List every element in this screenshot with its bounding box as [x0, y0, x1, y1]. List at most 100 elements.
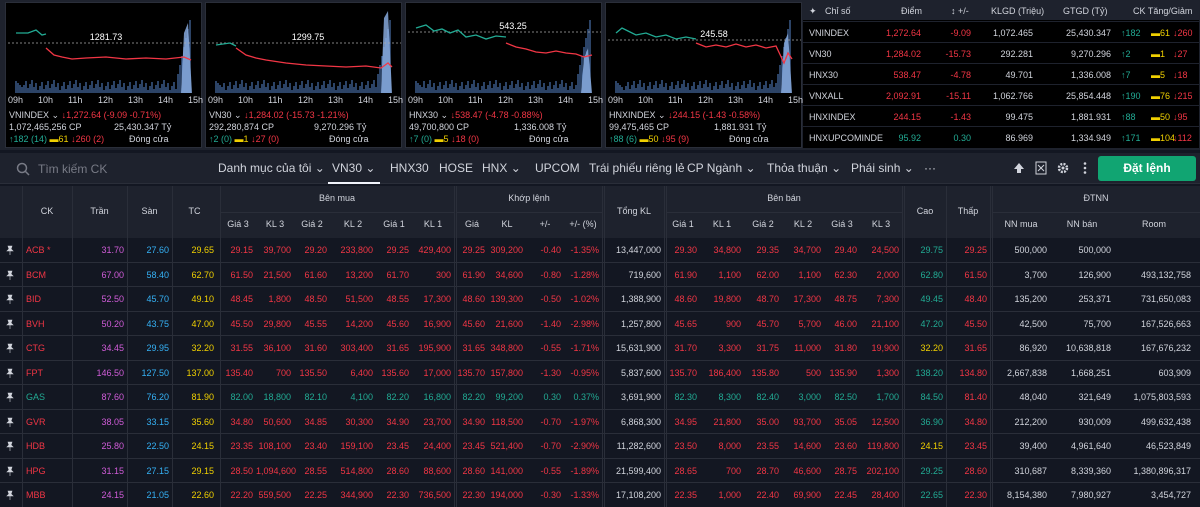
table-row[interactable]: BID 52.50 45.70 49.10 48.45 1,800 48.50 51,500 4…	[0, 287, 1200, 312]
cell-tran: 87.60	[101, 392, 124, 402]
table-row[interactable]: ACB * 31.70 27.60 29.65 29.15 39,700 29.20 233,…	[0, 238, 1200, 263]
table-row[interactable]: FPT 146.50 127.50 137.00 135.40 700 135.50 6,40…	[0, 361, 1200, 385]
tab-9[interactable]: Phái sinh ⌄	[851, 161, 914, 175]
table-row[interactable]: HPG 31.15 27.15 29.15 28.50 1,094,600 28.55 514…	[0, 459, 1200, 483]
cell-gia3: 82.00	[230, 392, 253, 402]
pin-icon[interactable]	[6, 490, 14, 500]
cell-gia: 48.60	[462, 294, 485, 304]
chevron-down-icon: ⌄	[234, 110, 242, 120]
pin-icon[interactable]	[6, 417, 14, 427]
index-info-row-1: HNX30 ⌄ ↓538.47 (-4.78 -0.88%)	[409, 110, 543, 121]
index-row[interactable]: VNXALL 2,092.91 -15.11 1,062.766 25,854.…	[803, 84, 1199, 105]
grid-line	[602, 186, 603, 507]
cell-gia2: 82.40	[756, 392, 779, 402]
time-label: 12h	[698, 95, 714, 105]
cell-nn_ban: 10,638,818	[1065, 343, 1111, 353]
cell-gia2: 34.85	[304, 416, 327, 427]
table-row[interactable]: HDB 25.80 22.50 24.15 23.35 108,100 23.40 159,1…	[0, 434, 1200, 459]
subheader-kl: KL	[501, 219, 513, 229]
tab-0[interactable]: Danh mục của tôi ⌄	[218, 161, 325, 175]
cell-gia3: 29.15	[230, 245, 253, 255]
time-label: 11h	[268, 95, 283, 105]
index-row[interactable]: HNX30 538.47 -4.78 49.701 1,336.008 ↑7 ▬…	[803, 63, 1199, 84]
pin-icon[interactable]	[6, 368, 14, 378]
cell-kl1: 24,400	[423, 441, 451, 451]
index-row[interactable]: HNXUPCOMINDE 95.92 0.30 86.969 1,334.949…	[803, 126, 1199, 147]
header-value: GTGD (Tỷ)	[1063, 6, 1108, 16]
index-row[interactable]: HNXINDEX 244.15 -1.43 99.475 1,881.931 ↑…	[803, 105, 1199, 126]
declines-count: ↓260 (2)	[71, 134, 105, 144]
table-row[interactable]: GVR 38.05 33.15 35.60 34.80 50,600 34.85 30,300…	[0, 410, 1200, 434]
table-row[interactable]: BVH 50.20 43.75 47.00 45.50 29,800 45.55 14,200…	[0, 312, 1200, 336]
cell-kl2: 303,400	[340, 343, 373, 353]
index-change: ↓244.15 (-1.43 -0.58%)	[668, 110, 761, 120]
cell-gia2: 31.60	[304, 343, 327, 353]
index-chart-hnx30[interactable]: 543.25 09h 10h 11h 12h 13h 14h 15h HNX30 ⌄ ↓53…	[405, 2, 603, 148]
pin-icon[interactable]	[6, 270, 14, 280]
tab-7[interactable]: CP Ngành ⌄	[687, 161, 756, 175]
index-row[interactable]: VN30 1,284.02 -15.73 292.281 9,270.296 ↑…	[803, 42, 1199, 63]
tab-3[interactable]: HOSE	[439, 161, 473, 175]
pin-icon[interactable]	[6, 392, 14, 402]
cell-nn_ban: 253,371	[1078, 294, 1111, 304]
table-row[interactable]: GAS 87.60 76.20 81.90 82.00 18,800 82.10 4,100 8…	[0, 385, 1200, 410]
grid-line	[992, 212, 1200, 213]
search-input[interactable]	[38, 161, 198, 177]
pin-icon[interactable]	[6, 441, 14, 451]
pin-icon[interactable]	[6, 245, 14, 255]
cell-kl3: 119,800	[867, 441, 899, 451]
time-label: 14h	[558, 95, 574, 105]
pin-icon[interactable]	[6, 466, 14, 476]
index-chart-vnindex[interactable]: 1281.73 09h 10h 11h 12h 13h 14h 15h VNINDEX ⌄ …	[5, 2, 203, 148]
table-row[interactable]: MBB 24.15 21.05 22.60 22.20 559,500 22.25 344,9…	[0, 483, 1200, 507]
index-volume: 1,072,465,256 CP	[9, 122, 82, 132]
tab-5[interactable]: UPCOM	[535, 161, 580, 175]
pin-icon[interactable]	[6, 343, 14, 353]
cell-gia: 28.60	[462, 465, 485, 476]
excel-export-icon[interactable]	[1034, 161, 1048, 175]
search-box[interactable]	[10, 159, 205, 179]
cell-gia1: 29.25	[386, 245, 409, 255]
subheader-gia2: Giá 2	[752, 219, 774, 229]
pin-icon[interactable]	[6, 294, 14, 304]
cell-nn_mua: 8,154,380	[1006, 490, 1047, 500]
sort-arrow-icon[interactable]	[1012, 161, 1026, 175]
cell-room: 1,380,896,317	[1133, 465, 1191, 476]
cell-gia3: 22.45	[834, 490, 857, 500]
cell-kl3: 2,000	[876, 269, 899, 280]
tab-1[interactable]: VN30 ⌄	[332, 161, 375, 175]
cell-nn_mua: 48,040	[1019, 392, 1047, 402]
table-row[interactable]: BCM 67.00 58.40 62.70 61.50 21,500 61.60 13,200…	[0, 263, 1200, 287]
header-reference: TC	[188, 206, 201, 216]
cell-tong_kl: 1,257,800	[620, 318, 661, 329]
pin-icon[interactable]	[6, 319, 14, 329]
cell-pm: -0.70	[540, 416, 561, 427]
cell-gia1: 23.45	[386, 441, 409, 451]
cell-nn_ban: 126,900	[1078, 269, 1111, 280]
table-row[interactable]: CTG 34.45 29.95 32.20 31.55 36,100 31.60 303,40…	[0, 336, 1200, 361]
tab-6[interactable]: Trái phiếu riêng lẻ	[589, 161, 685, 175]
cell-nn_mua: 135,200	[1014, 294, 1047, 304]
tab-4[interactable]: HNX ⌄	[482, 161, 521, 175]
index-volume: 1,062.766	[992, 91, 1033, 101]
index-chart-vn30[interactable]: 1299.75 09h 10h 11h 12h 13h 14h 15h VN30 ⌄ ↓1,…	[205, 2, 404, 148]
time-label: 11h	[68, 95, 83, 105]
index-point: 1,284.02	[885, 49, 921, 59]
cell-pm: 0.30	[543, 392, 561, 402]
settings-gear-icon[interactable]	[1056, 161, 1070, 175]
time-label: 15h	[388, 95, 404, 105]
cell-gia: 45.60	[462, 318, 485, 329]
index-change: -1.43	[950, 112, 971, 122]
cell-tran: 25.80	[101, 441, 124, 451]
time-label: 14h	[758, 95, 774, 105]
more-vertical-icon[interactable]	[1078, 161, 1092, 175]
place-order-button[interactable]: Đặt lệnh	[1098, 156, 1196, 181]
time-axis: 09h 10h 11h 12h 13h 14h 15h	[8, 95, 203, 107]
index-row[interactable]: VNINDEX 1,272.64 -9.09 1,072.465 25,430.…	[803, 21, 1199, 42]
tab-2[interactable]: HNX30	[390, 161, 429, 175]
tab-10[interactable]: ···	[924, 161, 936, 175]
cell-cao: 49.45	[920, 294, 943, 304]
index-chart-hnxindex[interactable]: 245.58 09h 10h 11h 12h 13h 14h 15h HNXINDEX ⌄ …	[605, 2, 803, 148]
tab-8[interactable]: Thỏa thuận ⌄	[767, 161, 841, 175]
cell-gia1: 45.60	[386, 318, 409, 329]
